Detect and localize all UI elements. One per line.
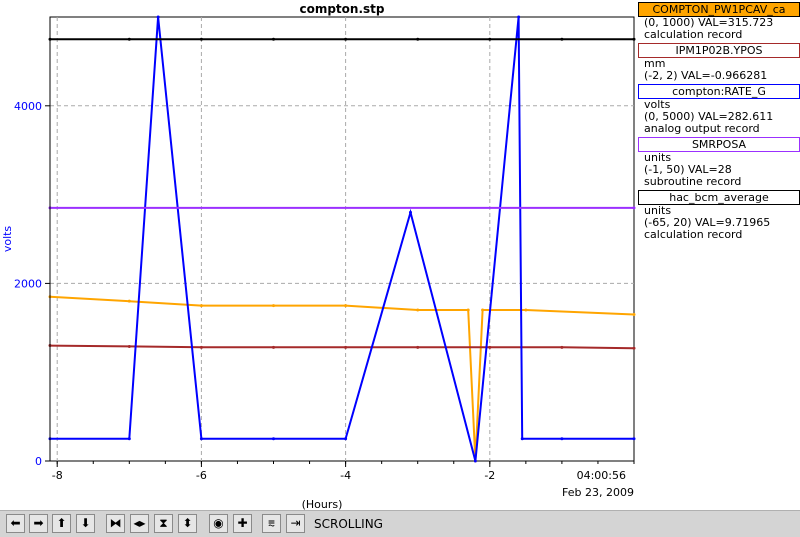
data-point — [199, 304, 203, 308]
legend-entry: hac_bcm_average units (-65, 20) VAL=9.7196… — [638, 190, 800, 241]
legend-entry: IPM1P02B.YPOS mm (-2, 2) VAL=-0.966281 — [638, 43, 800, 82]
data-point — [127, 344, 131, 348]
data-point — [632, 346, 636, 350]
data-point — [560, 437, 564, 441]
zoom-in-vertical-icon: ⧗ — [159, 516, 168, 530]
legend-title[interactable]: hac_bcm_average — [638, 190, 800, 205]
y-tick-label: 2000 — [14, 277, 42, 290]
y-axis-label: volts — [1, 226, 14, 253]
legend-info-line: (-2, 2) VAL=-0.966281 — [644, 69, 768, 82]
legend-info-line: analog output record — [644, 122, 760, 135]
data-point — [632, 37, 636, 41]
legend-title[interactable]: COMPTON_PW1PCAV_ca — [638, 2, 800, 17]
toolbar: SCROLLING ⬅ ➡ ⬆ ⬇ ⧓ ◂▸ ⧗ ⬍ ◉ ✚ ⩳ ⇥ — [0, 510, 800, 537]
data-point — [416, 345, 420, 349]
data-point — [344, 37, 348, 41]
zoom-out-vertical-icon: ⬍ — [182, 516, 193, 530]
data-point — [632, 437, 636, 441]
data-point — [127, 299, 131, 303]
data-point — [408, 210, 412, 214]
data-point — [632, 312, 636, 316]
zoom-out-horizontal-button[interactable]: ◂▸ — [130, 514, 149, 533]
data-point — [344, 437, 348, 441]
arrow-right-button[interactable]: ➡ — [29, 514, 48, 533]
data-point — [272, 304, 276, 308]
chart-title: compton.stp — [299, 2, 384, 16]
legend-title[interactable]: SMRPOSA — [638, 137, 800, 152]
x-tick-label: -8 — [52, 469, 63, 482]
legend-title[interactable]: compton:RATE_G — [638, 84, 800, 99]
arrow-left-button[interactable]: ⬅ — [6, 514, 25, 533]
autoscale-icon: ⩳ — [267, 516, 276, 530]
data-point — [517, 15, 521, 19]
data-point — [524, 308, 528, 312]
data-point — [416, 308, 420, 312]
scroll-icon: ⇥ — [290, 516, 301, 530]
end-date-label: Feb 23, 2009 — [562, 486, 634, 499]
arrow-up-icon: ⬆ — [56, 516, 67, 530]
y-tick-label: 0 — [35, 455, 42, 468]
arrow-right-icon: ➡ — [33, 516, 44, 530]
x-axis-label: (Hours) — [302, 498, 343, 510]
data-point — [127, 437, 131, 441]
data-point — [488, 345, 492, 349]
zoom-out-horizontal-icon: ◂▸ — [133, 516, 146, 530]
data-point — [156, 15, 160, 19]
arrow-up-button[interactable]: ⬆ — [52, 514, 71, 533]
data-point — [344, 304, 348, 308]
stop-icon: ◉ — [213, 516, 224, 530]
data-point — [488, 37, 492, 41]
scrolling-status: SCROLLING — [314, 517, 383, 531]
data-point — [520, 437, 524, 441]
arrow-down-icon: ⬇ — [80, 516, 91, 530]
data-point — [481, 308, 485, 312]
autoscale-button[interactable]: ⩳ — [262, 514, 281, 533]
end-time-label: 04:00:56 — [577, 469, 626, 482]
data-point — [127, 37, 131, 41]
legend-info-line: calculation record — [644, 228, 743, 241]
zoom-in-horizontal-button[interactable]: ⧓ — [106, 514, 125, 533]
x-tick-label: -2 — [484, 469, 495, 482]
data-point — [560, 345, 564, 349]
legend-entry: SMRPOSA units (-1, 50) VAL=28 subroutine re… — [638, 137, 800, 188]
plot-frame — [49, 16, 635, 462]
zoom-in-horizontal-icon: ⧓ — [109, 516, 122, 530]
legend-info-line: calculation record — [644, 28, 743, 41]
legend-entry: compton:RATE_G volts (0, 5000) VAL=282.611… — [638, 84, 800, 135]
data-point — [416, 37, 420, 41]
legend: COMPTON_PW1PCAV_ca (0, 1000) VAL=315.723 c… — [638, 0, 800, 241]
data-point — [466, 308, 470, 312]
data-point — [632, 206, 636, 210]
data-point — [344, 345, 348, 349]
legend-entry: COMPTON_PW1PCAV_ca (0, 1000) VAL=315.723 c… — [638, 2, 800, 41]
data-point — [272, 37, 276, 41]
legend-title[interactable]: IPM1P02B.YPOS — [638, 43, 800, 58]
arrow-down-button[interactable]: ⬇ — [76, 514, 95, 533]
y-tick-label: 4000 — [14, 100, 42, 113]
arrow-left-icon: ⬅ — [10, 516, 21, 530]
data-point — [199, 437, 203, 441]
zoom-in-vertical-button[interactable]: ⧗ — [154, 514, 173, 533]
scroll-button[interactable]: ⇥ — [286, 514, 305, 533]
data-point — [272, 437, 276, 441]
zoom-out-vertical-button[interactable]: ⬍ — [178, 514, 197, 533]
data-point — [473, 459, 477, 463]
data-point — [560, 37, 564, 41]
data-point — [199, 37, 203, 41]
plus-button[interactable]: ✚ — [233, 514, 252, 533]
data-point — [199, 345, 203, 349]
stop-button[interactable]: ◉ — [209, 514, 228, 533]
legend-info-line: subroutine record — [644, 175, 742, 188]
plus-icon: ✚ — [237, 516, 248, 530]
data-point — [272, 345, 276, 349]
x-tick-label: -4 — [340, 469, 351, 482]
x-tick-label: -6 — [196, 469, 207, 482]
